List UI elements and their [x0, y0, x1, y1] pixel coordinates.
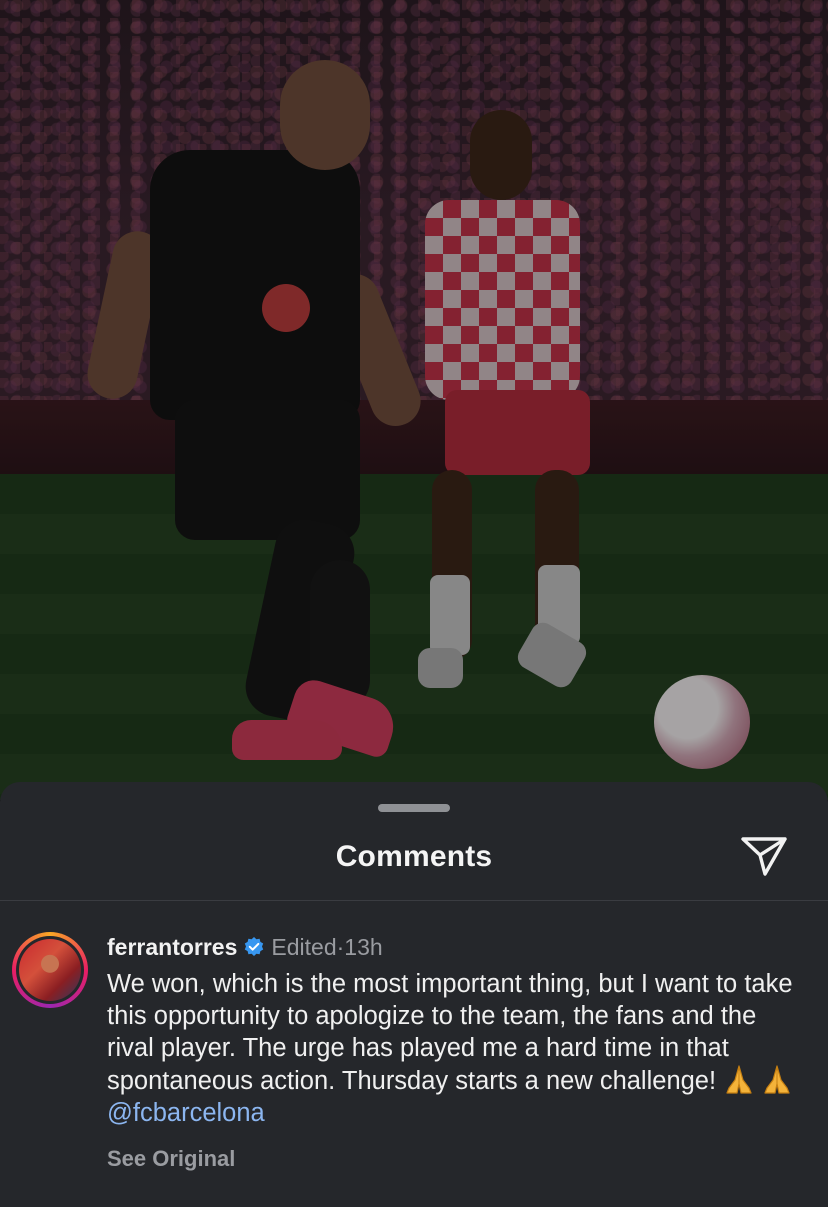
timestamp: 13h [344, 933, 383, 960]
send-paper-plane-icon[interactable] [738, 834, 790, 878]
avatar-photo [19, 939, 81, 1001]
edited-label: Edited [271, 933, 337, 960]
comments-sheet: Comments ferrantorres Edited · 13h We wo… [0, 782, 828, 1207]
comment-text: We won, which is the most important thin… [107, 968, 807, 1129]
separator: · [336, 933, 345, 960]
post-photo[interactable] [0, 0, 828, 800]
app-screen: Comments ferrantorres Edited · 13h We wo… [0, 0, 828, 1207]
avatar-ring-gap [16, 936, 84, 1004]
avatar[interactable] [12, 932, 88, 1008]
sheet-title: Comments [335, 840, 493, 873]
drag-handle[interactable] [378, 804, 450, 812]
comment-header: ferrantorres Edited · 13h [107, 930, 383, 964]
praying-hands-icon [761, 1064, 793, 1094]
verified-badge-icon [243, 936, 265, 958]
see-original-button[interactable]: See Original [107, 1146, 235, 1172]
dim-overlay [0, 0, 828, 800]
username[interactable]: ferrantorres [107, 934, 237, 961]
praying-hands-icon [723, 1064, 755, 1094]
header-divider [0, 900, 828, 901]
comment-body-text: We won, which is the most important thin… [107, 970, 793, 1095]
mention-link[interactable]: @fcbarcelona [107, 1099, 265, 1127]
